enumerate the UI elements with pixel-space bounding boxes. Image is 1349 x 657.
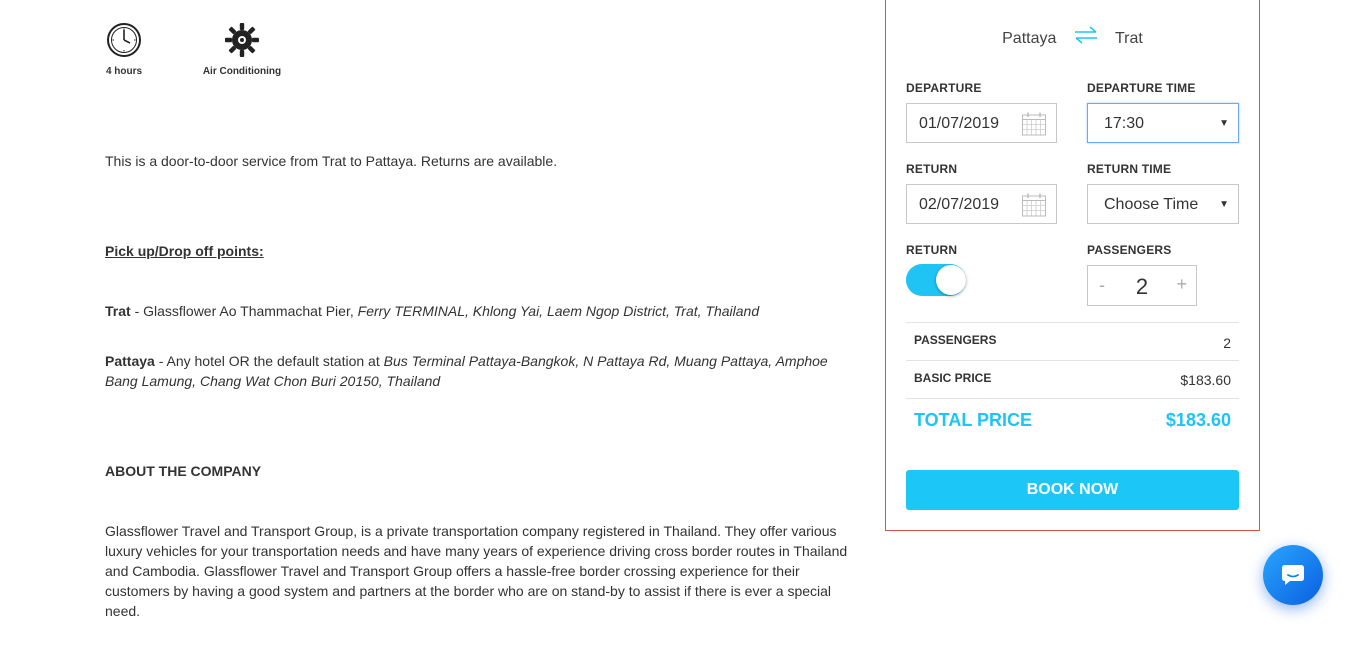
summary-total-row: TOTAL PRICE $183.60 [906,398,1239,438]
dropdown-arrow-icon: ▼ [1219,118,1229,129]
pickup-point-name: Trat [105,303,131,319]
feature-caption: Air Conditioning [202,66,282,77]
book-now-button[interactable]: BOOK NOW [906,470,1239,510]
return-date-label: RETURN [906,162,958,176]
total-price-label: TOTAL PRICE [914,410,1033,430]
pickup-heading: Pick up/Drop off points: [105,243,264,259]
summary-passengers-label: PASSENGERS [914,333,997,347]
return-time-select[interactable]: Choose Time ▼ [1087,184,1239,224]
dropdown-arrow-icon: ▼ [1219,199,1229,210]
departure-time-value: 17:30 [1104,115,1145,132]
toggle-knob [936,265,966,295]
pickup-point-name: Pattaya [105,353,155,369]
route-header: Pattaya Trat [886,26,1259,48]
snowflake-icon [225,23,259,57]
departure-time-select[interactable]: 17:30 ▼ [1087,103,1239,143]
swap-direction-icon[interactable] [1073,26,1099,44]
return-time-value: Choose Time [1104,196,1199,213]
departure-date-value: 01/07/2019 [919,115,1000,132]
return-toggle-label: RETURN [906,243,958,257]
clock-icon [107,23,141,57]
about-text: Glassflower Travel and Transport Group, … [105,523,848,619]
passengers-stepper: - 2 + [1087,265,1197,306]
pickup-point-trat: Trat - Glassflower Ao Thammachat Pier, F… [105,303,760,319]
basic-price-value: $183.60 [1180,372,1231,388]
departure-label: DEPARTURE [906,81,982,95]
summary-passengers-row: PASSENGERS 2 [906,322,1239,360]
increment-button[interactable]: + [1176,274,1187,295]
calendar-icon[interactable] [1021,192,1047,218]
pickup-point-address: Ferry TERMINAL, Khlong Yai, Laem Ngop Di… [357,303,760,319]
return-date-value: 02/07/2019 [919,196,1000,213]
about-heading: ABOUT THE COMPANY [105,463,262,479]
return-time-label: RETURN TIME [1087,162,1172,176]
route-from: Pattaya [1002,30,1057,48]
calendar-icon[interactable] [1021,111,1047,137]
pickup-point-pattaya: Pattaya - Any hotel OR the default stati… [105,353,828,389]
booking-panel: Pattaya Trat DEPARTURE DEPARTURE TIME 01… [885,0,1260,531]
feature-caption: 4 hours [105,66,143,77]
feature-duration: 4 hours [100,22,148,77]
total-price-value: $183.60 [1165,410,1231,430]
route-to: Trat [1115,30,1143,48]
passengers-label: PASSENGERS [1087,243,1172,257]
return-date-input[interactable]: 02/07/2019 [906,184,1057,224]
departure-time-label: DEPARTURE TIME [1087,81,1196,95]
summary-basic-price-row: BASIC PRICE $183.60 [906,360,1239,398]
departure-date-input[interactable]: 01/07/2019 [906,103,1057,143]
feature-air-conditioning: Air Conditioning [196,22,288,77]
summary-passengers-value: 2 [1223,335,1231,351]
basic-price-label: BASIC PRICE [914,371,992,385]
chat-widget-button[interactable] [1263,545,1323,605]
chat-bubble-icon [1282,565,1304,585]
return-toggle[interactable] [906,264,966,296]
service-description: This is a door-to-door service from Trat… [105,153,558,169]
